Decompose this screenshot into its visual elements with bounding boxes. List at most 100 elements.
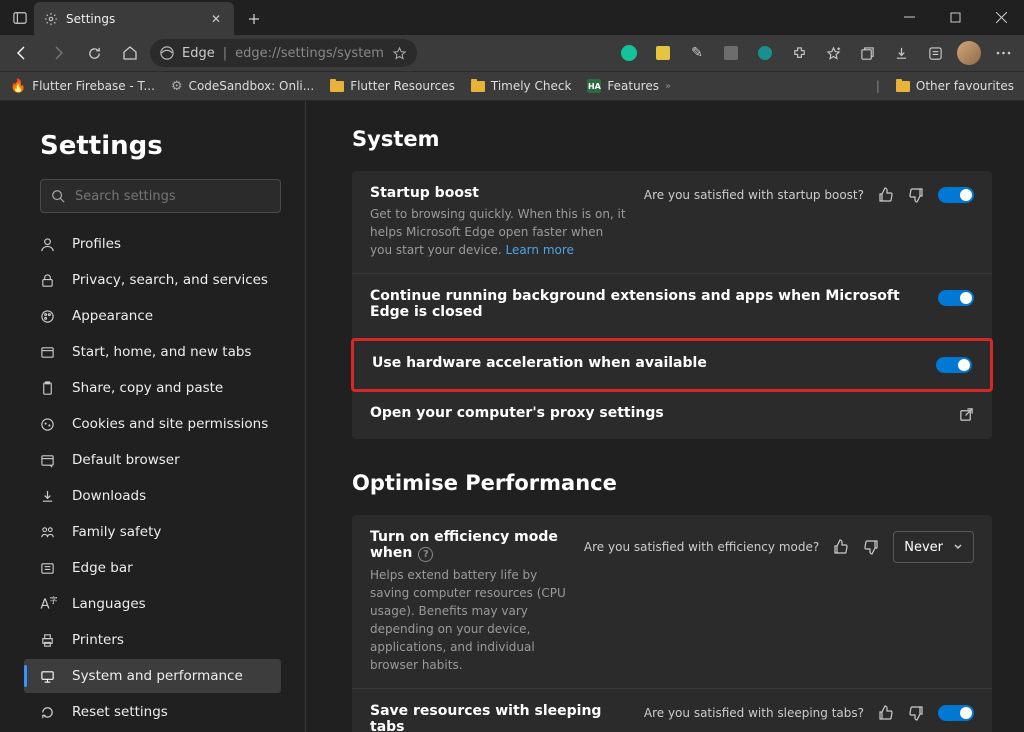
thumbs-up-icon[interactable] bbox=[878, 187, 894, 203]
refresh-button[interactable] bbox=[78, 37, 110, 69]
extension-generic[interactable] bbox=[716, 38, 746, 68]
search-input[interactable] bbox=[75, 189, 270, 204]
system-icon bbox=[40, 669, 58, 684]
nav-edge-bar[interactable]: Edge bar bbox=[24, 551, 281, 585]
toggle-startup-boost[interactable] bbox=[938, 187, 974, 203]
nav-system[interactable]: System and performance bbox=[24, 659, 281, 693]
thumbs-up-icon[interactable] bbox=[878, 705, 894, 721]
url-text: edge://settings/system bbox=[235, 46, 384, 61]
forward-button[interactable] bbox=[42, 37, 74, 69]
nav-start[interactable]: Start, home, and new tabs bbox=[24, 335, 281, 369]
nav-downloads[interactable]: Downloads bbox=[24, 479, 281, 513]
toggle-background-apps[interactable] bbox=[938, 290, 974, 306]
setting-title: Open your computer's proxy settings bbox=[370, 405, 943, 421]
bookmarks-overflow[interactable]: » bbox=[665, 81, 671, 92]
lock-icon bbox=[40, 273, 58, 288]
nav-cookies[interactable]: Cookies and site permissions bbox=[24, 407, 281, 441]
open-external-icon bbox=[959, 407, 974, 422]
folder-icon bbox=[330, 81, 344, 92]
fire-icon: 🔥 bbox=[10, 79, 26, 94]
toggle-hardware-acceleration[interactable] bbox=[936, 357, 972, 373]
family-icon bbox=[40, 525, 58, 540]
extension-pen[interactable]: ✎ bbox=[682, 38, 712, 68]
menu-button[interactable] bbox=[988, 38, 1018, 68]
settings-nav: Profiles Privacy, search, and services A… bbox=[24, 227, 281, 732]
back-button[interactable] bbox=[6, 37, 38, 69]
nav-appearance[interactable]: Appearance bbox=[24, 299, 281, 333]
settings-main: System Startup boost Get to browsing qui… bbox=[306, 101, 1024, 732]
nav-default-browser[interactable]: Default browser bbox=[24, 443, 281, 477]
optimise-card: Turn on efficiency mode when? Helps exte… bbox=[352, 515, 992, 732]
feedback-text: Are you satisfied with sleeping tabs? bbox=[644, 706, 864, 720]
row-startup-boost: Startup boost Get to browsing quickly. W… bbox=[352, 171, 992, 274]
page-title: Settings bbox=[40, 131, 281, 161]
feedback-text: Are you satisfied with startup boost? bbox=[644, 188, 864, 202]
feedback-text: Are you satisfied with efficiency mode? bbox=[584, 540, 819, 554]
nav-languages[interactable]: A字Languages bbox=[24, 587, 281, 621]
thumbs-down-icon[interactable] bbox=[863, 539, 879, 555]
new-tab-button[interactable] bbox=[238, 3, 270, 35]
setting-desc: Get to browsing quickly. When this is on… bbox=[370, 205, 628, 259]
nav-privacy[interactable]: Privacy, search, and services bbox=[24, 263, 281, 297]
window-controls bbox=[886, 0, 1024, 35]
thumbs-up-icon[interactable] bbox=[833, 539, 849, 555]
favorite-star-icon[interactable] bbox=[392, 46, 407, 61]
browser-icon bbox=[40, 453, 58, 468]
address-bar[interactable]: Edge | edge://settings/system bbox=[150, 39, 417, 67]
home-button[interactable] bbox=[114, 37, 146, 69]
row-sleeping-tabs: Save resources with sleeping tabs When t… bbox=[352, 689, 992, 732]
nav-reset[interactable]: Reset settings bbox=[24, 695, 281, 729]
downloads-button[interactable] bbox=[886, 38, 916, 68]
help-icon[interactable]: ? bbox=[418, 547, 433, 562]
tab-actions-button[interactable] bbox=[6, 0, 34, 35]
row-hardware-acceleration: Use hardware acceleration when available bbox=[351, 338, 993, 392]
close-tab-button[interactable]: ✕ bbox=[208, 11, 224, 27]
efficiency-select[interactable]: Never bbox=[893, 531, 974, 563]
thumbs-down-icon[interactable] bbox=[908, 187, 924, 203]
bookmark-item[interactable]: Flutter Resources bbox=[330, 79, 455, 93]
news-icon bbox=[40, 561, 58, 576]
favorites-button[interactable] bbox=[818, 38, 848, 68]
folder-icon bbox=[471, 81, 485, 92]
settings-sidebar: Settings Profiles Privacy, search, and s… bbox=[0, 101, 306, 732]
section-heading-system: System bbox=[352, 127, 992, 151]
row-efficiency-mode: Turn on efficiency mode when? Helps exte… bbox=[352, 515, 992, 689]
bookmark-item[interactable]: 🔥Flutter Firebase - T... bbox=[10, 79, 155, 94]
extension-notes[interactable] bbox=[648, 38, 678, 68]
collections-button[interactable] bbox=[852, 38, 882, 68]
extension-grammarly[interactable] bbox=[614, 38, 644, 68]
minimize-button[interactable] bbox=[886, 0, 932, 35]
setting-desc: Helps extend battery life by saving comp… bbox=[370, 566, 568, 674]
thumbs-down-icon[interactable] bbox=[908, 705, 924, 721]
bookmark-item[interactable]: ⚙CodeSandbox: Onli... bbox=[171, 79, 314, 94]
bookmark-item[interactable]: HAFeatures bbox=[587, 79, 659, 93]
edge-logo-icon bbox=[160, 46, 174, 60]
setting-title: Startup boost bbox=[370, 185, 628, 201]
tab-strip: Settings ✕ bbox=[0, 0, 270, 35]
browser-tab-active[interactable]: Settings ✕ bbox=[34, 2, 234, 35]
nav-family[interactable]: Family safety bbox=[24, 515, 281, 549]
window-icon bbox=[40, 345, 58, 360]
other-favourites[interactable]: Other favourites bbox=[896, 79, 1014, 93]
gear-icon bbox=[44, 12, 58, 26]
system-card: Startup boost Get to browsing quickly. W… bbox=[352, 171, 992, 439]
setting-title: Use hardware acceleration when available bbox=[372, 355, 920, 371]
row-background-apps: Continue running background extensions a… bbox=[352, 274, 992, 339]
chevron-down-icon bbox=[953, 542, 963, 552]
row-proxy-settings[interactable]: Open your computer's proxy settings bbox=[352, 391, 992, 439]
nav-profiles[interactable]: Profiles bbox=[24, 227, 281, 261]
profile-avatar[interactable] bbox=[954, 38, 984, 68]
search-settings[interactable] bbox=[40, 179, 281, 213]
bookmark-item[interactable]: Timely Check bbox=[471, 79, 572, 93]
close-window-button[interactable] bbox=[978, 0, 1024, 35]
extension-teal[interactable] bbox=[750, 38, 780, 68]
nav-share[interactable]: Share, copy and paste bbox=[24, 371, 281, 405]
language-icon: A字 bbox=[40, 595, 58, 613]
nav-printers[interactable]: Printers bbox=[24, 623, 281, 657]
toggle-sleeping-tabs[interactable] bbox=[938, 705, 974, 721]
maximize-button[interactable] bbox=[932, 0, 978, 35]
extensions-button[interactable] bbox=[784, 38, 814, 68]
learn-more-link[interactable]: Learn more bbox=[505, 243, 573, 257]
settings-content: Settings Profiles Privacy, search, and s… bbox=[0, 101, 1024, 732]
reader-button[interactable] bbox=[920, 38, 950, 68]
